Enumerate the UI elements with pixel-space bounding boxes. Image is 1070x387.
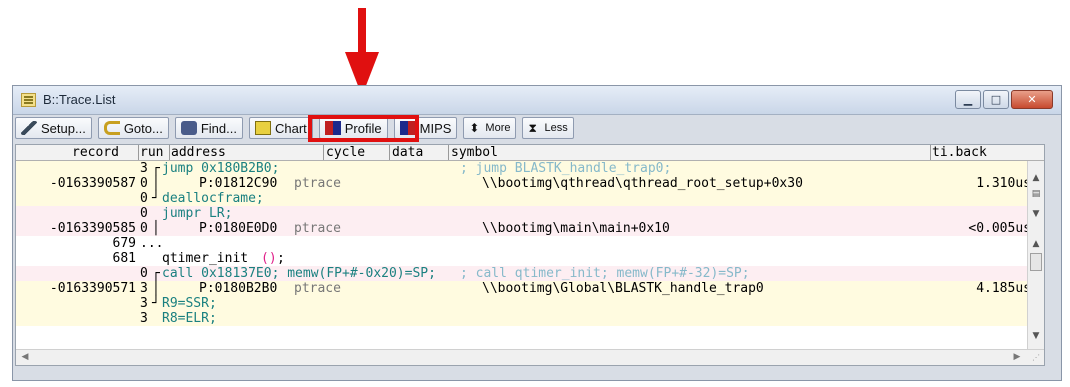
asm-cell: jump 0x180B2B0; [162, 161, 280, 176]
record-cell: 679 [112, 236, 136, 251]
ti-back-cell: 4.185us [976, 281, 1031, 296]
trace-row[interactable]: 3 ┘ R9=SSR; [16, 296, 1044, 311]
trace-row[interactable]: 0 ┌ call 0x18137E0; memw(FP+#-0x20)=SP; … [16, 266, 1044, 281]
title-bar[interactable]: B::Trace.List ▁ □ ✕ [13, 86, 1061, 115]
toolbar: Setup... Goto... Find... Chart Profile M… [15, 117, 574, 141]
asm-cell: jumpr LR; [162, 206, 233, 221]
chart-icon [254, 121, 271, 135]
branch-marker: ┌ [152, 161, 160, 176]
more-button[interactable]: ⬍ More [463, 117, 517, 139]
more-label: More [485, 122, 511, 134]
close-icon: ✕ [1027, 93, 1037, 106]
close-button[interactable]: ✕ [1011, 90, 1053, 109]
branch-marker: ┘ [152, 191, 160, 206]
header-divider[interactable] [169, 145, 170, 160]
scroll-thumb-icon[interactable]: ▤ [1029, 187, 1043, 201]
scroll-right-arrow-icon[interactable]: ▶ [1010, 350, 1024, 364]
annotation-arrow-shaft [358, 8, 366, 54]
scroll-down-arrow-icon[interactable]: ▼ [1029, 329, 1043, 343]
run-cell: 3 [140, 161, 148, 176]
asm-comment: ; jump BLASTK_handle_trap0; [460, 161, 672, 176]
header-data[interactable]: data [392, 145, 423, 160]
table-header: record run address cycle data symbol ti.… [16, 145, 1044, 161]
branch-marker: ┘ [152, 296, 160, 311]
trace-row[interactable]: -0163390587 0 │ P:01812C90 ptrace \\boot… [16, 176, 1044, 191]
less-button[interactable]: ⧗ Less [522, 117, 574, 139]
run-cell: 0 [140, 266, 148, 281]
scroll-up-arrow-icon[interactable]: ▲ [1029, 171, 1043, 185]
scroll-thumb[interactable] [1030, 253, 1042, 271]
header-divider[interactable] [323, 145, 324, 160]
run-cell: 0 [140, 191, 148, 206]
maximize-icon: □ [990, 93, 1002, 106]
find-button[interactable]: Find... [174, 117, 243, 139]
trace-list-icon [21, 93, 36, 107]
run-cell: ... [140, 236, 164, 251]
horizontal-scrollbar[interactable]: ◀ ▶ ⋰ [16, 349, 1044, 365]
trace-row[interactable]: -0163390571 3 │ P:0180B2B0 ptrace \\boot… [16, 281, 1044, 296]
scroll-down-arrow-icon[interactable]: ▼ [1029, 207, 1043, 221]
setup-button[interactable]: Setup... [15, 117, 92, 139]
scroll-left-arrow-icon[interactable]: ◀ [18, 350, 32, 364]
run-cell: 3 [140, 296, 148, 311]
header-divider[interactable] [448, 145, 449, 160]
chart-button-highlight [308, 115, 419, 142]
collapse-arrows-icon: ⧗ [528, 121, 537, 135]
source-parens: () [261, 251, 277, 266]
trace-row[interactable]: 3 R8=ELR; [16, 311, 1044, 326]
binoculars-icon [180, 121, 197, 135]
window-controls: ▁ □ ✕ [955, 90, 1053, 109]
asm-cell: deallocframe; [162, 191, 264, 206]
ti-back-cell: 1.310us [976, 176, 1031, 191]
trace-list-window: B::Trace.List ▁ □ ✕ Setup... Goto... Fin… [12, 85, 1062, 381]
asm-comment: ; call qtimer_init; memw(FP+#-32)=SP; [460, 266, 750, 281]
scroll-up-arrow-icon[interactable]: ▲ [1029, 237, 1043, 251]
header-divider[interactable] [930, 145, 931, 160]
up-down-arrows-icon: ⬍ [469, 121, 480, 135]
goto-icon [103, 121, 120, 135]
resize-grip-icon[interactable]: ⋰ [1032, 353, 1042, 363]
header-run[interactable]: run [140, 145, 163, 160]
header-divider[interactable] [138, 145, 139, 160]
source-function: qtimer_init [162, 251, 249, 266]
trace-row[interactable]: 0 ┘ deallocframe; [16, 191, 1044, 206]
maximize-button[interactable]: □ [983, 90, 1009, 109]
branch-marker: ┌ [152, 266, 160, 281]
ti-back-cell: <0.005us [968, 221, 1031, 236]
header-divider[interactable] [389, 145, 390, 160]
chart-label: Chart [274, 120, 307, 136]
header-record[interactable]: record [72, 145, 119, 160]
run-cell: 3 [140, 311, 148, 326]
record-cell: 681 [112, 251, 136, 266]
asm-cell: R9=SSR; [162, 296, 217, 311]
source-semicolon: ; [277, 251, 285, 266]
chart-button[interactable]: Chart [248, 117, 313, 139]
trace-row[interactable]: -0163390585 0 │ P:0180E0D0 ptrace \\boot… [16, 221, 1044, 236]
goto-label: Goto... [123, 120, 163, 136]
asm-cell: R8=ELR; [162, 311, 217, 326]
vertical-scrollbar[interactable]: ▲ ▤ ▼ ▲ ▼ [1027, 161, 1044, 351]
trace-row[interactable]: 681 qtimer_init () ; [16, 251, 1044, 266]
trace-table: record run address cycle data symbol ti.… [15, 144, 1045, 366]
trace-row[interactable]: 0 jumpr LR; [16, 206, 1044, 221]
header-address[interactable]: address [171, 145, 226, 160]
wrench-icon [21, 121, 37, 135]
header-symbol[interactable]: symbol [451, 145, 498, 160]
goto-button[interactable]: Goto... [97, 117, 169, 139]
mips-label: MIPS [419, 120, 452, 136]
run-cell: 0 [140, 206, 148, 221]
window-title: B::Trace.List [43, 92, 116, 107]
header-cycle[interactable]: cycle [326, 145, 365, 160]
minimize-button[interactable]: ▁ [955, 90, 981, 109]
asm-cell: call 0x18137E0; memw(FP+#-0x20)=SP; [162, 266, 436, 281]
setup-label: Setup... [41, 120, 86, 136]
less-label: Less [544, 122, 568, 134]
minimize-icon: ▁ [963, 93, 973, 106]
header-ti-back[interactable]: ti.back [932, 145, 987, 160]
trace-row[interactable]: 679 ... [16, 236, 1044, 251]
trace-row[interactable]: 3 ┌ jump 0x180B2B0; ; jump BLASTK_handle… [16, 161, 1044, 176]
find-label: Find... [200, 120, 237, 136]
